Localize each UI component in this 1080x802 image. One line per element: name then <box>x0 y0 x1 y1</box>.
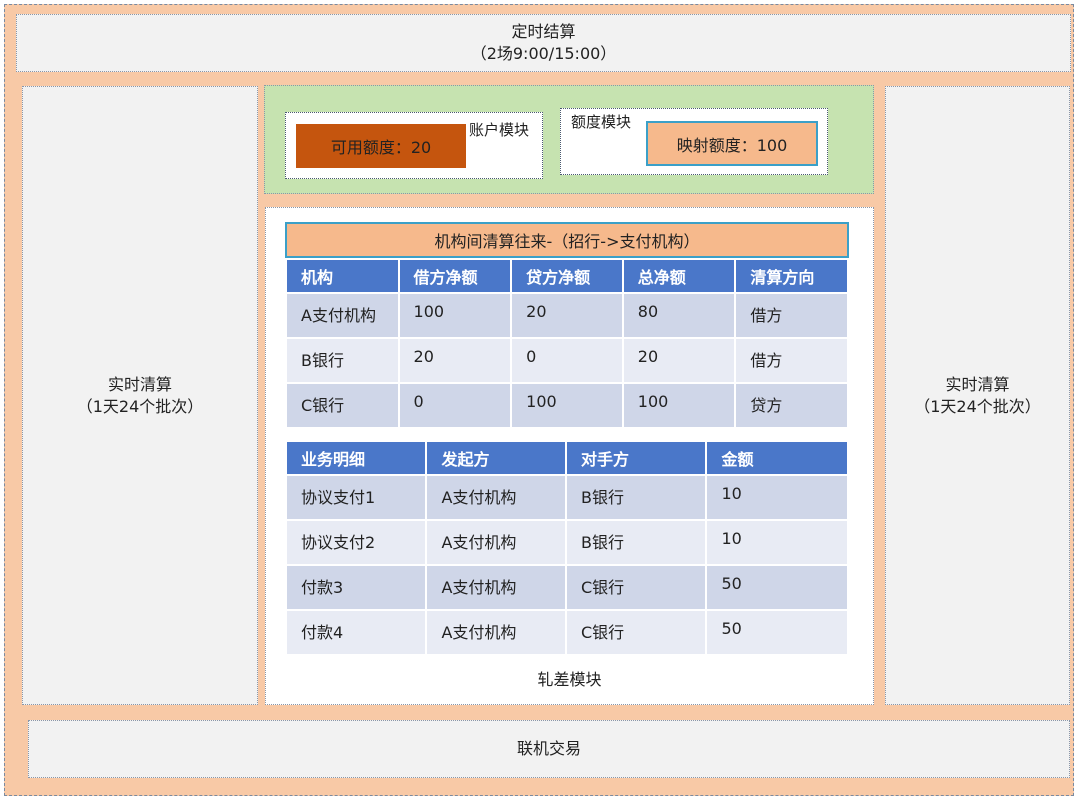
table-cell: B银行 <box>564 474 708 521</box>
table-cell: 协议支付1 <box>284 474 428 521</box>
table-cell: 协议支付2 <box>284 519 428 566</box>
table-row: A支付机构 100 20 80 借方 <box>285 292 849 339</box>
table-cell: C银行 <box>564 609 708 656</box>
col-header: 清算方向 <box>734 258 849 294</box>
quota-module-label: 额度模块 <box>571 113 632 131</box>
available-quota: 可用额度：20 <box>296 124 466 168</box>
scheduled-settlement-title: 定时结算 <box>511 22 576 41</box>
col-header: 贷方净额 <box>510 258 624 294</box>
table-row: C银行 0 100 100 贷方 <box>285 382 849 429</box>
table-cell: 20 <box>397 337 513 384</box>
table-row: 付款3 A支付机构 C银行 50 <box>284 564 849 611</box>
realtime-clearing-left: 实时清算 （1天24个批次） <box>22 86 258 705</box>
realtime-right-subtitle: （1天24个批次） <box>914 396 1041 416</box>
business-table-header: 业务明细 发起方 对手方 金额 <box>284 440 849 476</box>
table-cell: A支付机构 <box>285 292 400 339</box>
table-cell: 10 <box>705 474 849 521</box>
table-cell: A支付机构 <box>425 564 567 611</box>
online-transaction-box: 联机交易 <box>28 720 1070 778</box>
col-header: 业务明细 <box>284 440 428 476</box>
col-header: 机构 <box>285 258 400 294</box>
clearing-table-header: 机构 借方净额 贷方净额 总净额 清算方向 <box>285 258 849 294</box>
realtime-right-title: 实时清算 <box>945 374 1010 394</box>
table-cell: 借方 <box>734 337 849 384</box>
table-cell: 付款3 <box>284 564 428 611</box>
scheduled-settlement-box: 定时结算 （2场9:00/15:00） <box>16 14 1071 72</box>
table-row: 协议支付1 A支付机构 B银行 10 <box>284 474 849 521</box>
table-cell: 0 <box>510 337 624 384</box>
table-cell: A支付机构 <box>425 609 567 656</box>
realtime-left-subtitle: （1天24个批次） <box>76 396 204 416</box>
realtime-left-title: 实时清算 <box>107 374 172 394</box>
realtime-clearing-right: 实时清算 （1天24个批次） <box>885 86 1070 705</box>
table-cell: 10 <box>705 519 849 566</box>
table-cell: 0 <box>397 382 513 429</box>
table-cell: B银行 <box>285 337 400 384</box>
table-cell: 100 <box>510 382 624 429</box>
table-cell: A支付机构 <box>425 474 567 521</box>
table-cell: 贷方 <box>734 382 849 429</box>
table-cell: C银行 <box>564 564 708 611</box>
table-cell: 20 <box>621 337 737 384</box>
table-row: 付款4 A支付机构 C银行 50 <box>284 609 849 656</box>
col-header: 总净额 <box>621 258 737 294</box>
table-cell: 50 <box>705 564 849 611</box>
col-header: 金额 <box>705 440 849 476</box>
table-row: 协议支付2 A支付机构 B银行 10 <box>284 519 849 566</box>
table-cell: 80 <box>621 292 737 339</box>
scheduled-settlement-subtitle: （2场9:00/15:00） <box>470 44 617 63</box>
clearing-table: 机构 借方净额 贷方净额 总净额 清算方向 A支付机构 100 20 80 借方… <box>285 258 849 429</box>
online-transaction-title: 联机交易 <box>516 739 581 758</box>
table-row: B银行 20 0 20 借方 <box>285 337 849 384</box>
col-header: 发起方 <box>425 440 567 476</box>
business-detail-table: 业务明细 发起方 对手方 金额 协议支付1 A支付机构 B银行 10 协议支付2… <box>284 440 849 656</box>
table-cell: 100 <box>397 292 513 339</box>
table-cell: 50 <box>705 609 849 656</box>
table-cell: A支付机构 <box>425 519 567 566</box>
account-module-label: 账户模块 <box>469 121 530 139</box>
col-header: 对手方 <box>564 440 708 476</box>
table-cell: B银行 <box>564 519 708 566</box>
clearing-table-title: 机构间清算往来-（招行->支付机构） <box>285 222 849 258</box>
netting-module-label: 轧差模块 <box>537 670 602 689</box>
table-cell: C银行 <box>285 382 400 429</box>
table-cell: 20 <box>510 292 624 339</box>
col-header: 借方净额 <box>397 258 513 294</box>
table-cell: 100 <box>621 382 737 429</box>
table-cell: 借方 <box>734 292 849 339</box>
mapped-quota: 映射额度：100 <box>646 121 818 166</box>
table-cell: 付款4 <box>284 609 428 656</box>
